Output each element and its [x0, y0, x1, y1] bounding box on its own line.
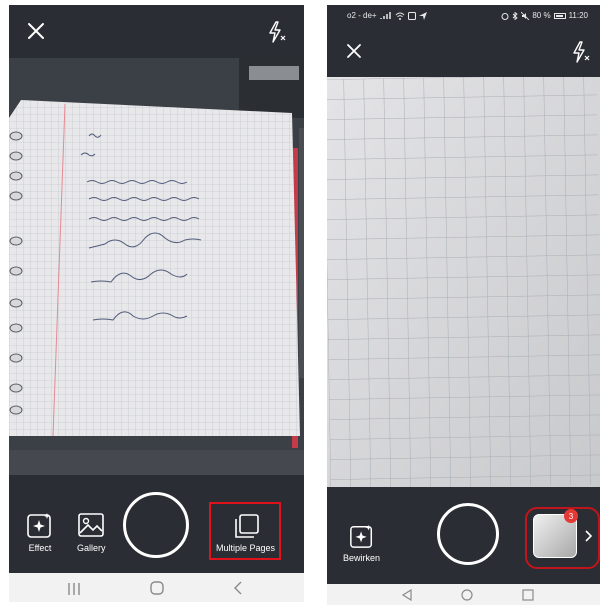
- effect-label: Effect: [28, 543, 52, 553]
- camera-viewfinder: [327, 77, 600, 487]
- battery-percent: 80 %: [532, 11, 551, 20]
- effect-button[interactable]: Effect: [26, 511, 54, 553]
- status-bar: o2 - de+ 80 % 11:20: [327, 5, 600, 25]
- bluetooth-icon: [513, 11, 519, 20]
- close-icon[interactable]: [346, 43, 362, 59]
- bottom-toolbar: Bewirken 3: [327, 487, 600, 584]
- thumbnail-highlight: [525, 507, 600, 569]
- nav-back-icon[interactable]: [233, 581, 243, 600]
- flash-off-icon[interactable]: [571, 41, 591, 63]
- nav-back-icon[interactable]: [401, 588, 413, 605]
- effect-sparkle-icon: [349, 524, 372, 548]
- effect-sparkle-icon: [27, 513, 51, 538]
- close-icon[interactable]: [27, 22, 45, 40]
- wifi-icon: [395, 12, 404, 20]
- scanner-screen-left: Effect Gallery Multiple Pages: [9, 5, 304, 602]
- gallery-button[interactable]: Gallery: [77, 511, 106, 553]
- shutter-button[interactable]: [123, 492, 189, 558]
- effect-label: Bewirken: [343, 553, 381, 563]
- nav-recents-icon[interactable]: [67, 582, 81, 600]
- scanner-screen-right: o2 - de+ 80 % 11:20 Bewirken 3: [327, 5, 600, 605]
- shutter-button[interactable]: [437, 503, 499, 565]
- battery-icon: [553, 12, 566, 19]
- nav-home-icon[interactable]: [461, 588, 473, 605]
- multiple-pages-highlight: [209, 502, 281, 560]
- effect-button[interactable]: Bewirken: [343, 523, 380, 563]
- gallery-image-icon: [78, 513, 105, 537]
- flash-off-icon[interactable]: [267, 21, 287, 43]
- notebook-camera-image: [9, 58, 304, 475]
- system-navigation-bar: [9, 573, 304, 602]
- carrier-name: o2 - de+: [347, 11, 377, 20]
- location-icon: [418, 11, 427, 20]
- graph-paper-camera-image: [327, 77, 600, 487]
- nav-recents-icon[interactable]: [522, 588, 534, 605]
- gallery-label: Gallery: [77, 543, 106, 553]
- clock-time: 11:20: [568, 11, 588, 20]
- alarm-icon: [501, 12, 509, 20]
- signal-icon: [379, 11, 391, 19]
- top-bar: [9, 5, 304, 58]
- nfc-icon: [407, 11, 416, 20]
- top-bar: o2 - de+ 80 % 11:20: [327, 5, 600, 77]
- nav-home-icon[interactable]: [150, 581, 164, 600]
- bottom-toolbar: Effect Gallery Multiple Pages: [9, 475, 304, 573]
- system-navigation-bar: [327, 584, 600, 605]
- mute-icon: [521, 11, 530, 20]
- camera-viewfinder: [9, 58, 304, 475]
